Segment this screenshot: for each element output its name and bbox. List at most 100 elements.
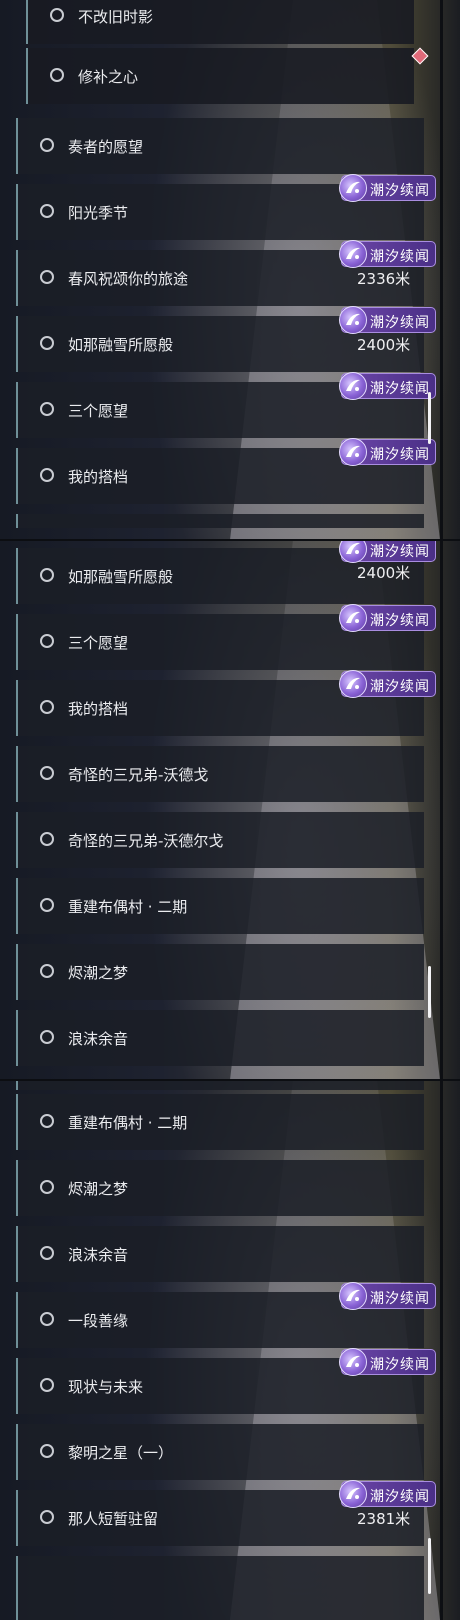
quest-item[interactable]: 奏者的愿望 — [16, 118, 424, 174]
quest-list-panel-3: 重建布偶村 · 二期 烬潮之梦 浪沫余音 一段善缘 潮汐续闻 现状与未来 潮汐续… — [0, 1080, 460, 1620]
quest-item[interactable]: 黎明之星（一） — [16, 1424, 424, 1480]
badge-label: 潮汐续闻 — [370, 1489, 430, 1505]
quest-item-label: 黎明之星（一） — [68, 1444, 174, 1462]
tidal-sequel-icon — [339, 174, 367, 202]
quest-item[interactable]: 烬潮之梦 — [16, 944, 424, 1000]
tracking-marker-icon — [411, 47, 429, 65]
quest-item[interactable]: 不改旧时影 — [26, 0, 414, 44]
tidal-sequel-icon — [339, 240, 367, 268]
tidal-sequel-icon — [339, 1480, 367, 1508]
quest-item[interactable]: 修补之心 — [26, 48, 414, 104]
quest-item[interactable]: 重建布偶村 · 二期 — [16, 878, 424, 934]
quest-status-circle-icon — [40, 898, 54, 912]
badge-label: 潮汐续闻 — [370, 544, 430, 560]
quest-status-circle-icon — [40, 204, 54, 218]
quest-item[interactable]: 烬潮之梦 — [16, 1160, 424, 1216]
quest-item[interactable]: 奇怪的三兄弟-沃德尔戈 — [16, 812, 424, 868]
tidal-sequel-badge: 潮汐续闻 — [339, 1282, 436, 1310]
tidal-sequel-icon — [339, 540, 367, 563]
quest-status-circle-icon — [40, 700, 54, 714]
quest-item-label: 三个愿望 — [68, 402, 129, 420]
quest-status-circle-icon — [40, 402, 54, 416]
quest-item[interactable]: 浪沫余音 — [16, 1010, 424, 1066]
quest-status-circle-icon — [40, 964, 54, 978]
tidal-sequel-icon — [339, 372, 367, 400]
tidal-sequel-icon — [339, 306, 367, 334]
scroll-track — [440, 540, 443, 1080]
tidal-sequel-icon — [339, 670, 367, 698]
distance-text: 2400米 — [357, 336, 411, 354]
quest-status-circle-icon — [50, 68, 64, 82]
quest-status-circle-icon — [50, 8, 64, 22]
badge-label: 潮汐续闻 — [370, 679, 430, 695]
quest-item-partial — [16, 514, 424, 528]
quest-item-label: 春风祝颂你的旅途 — [68, 270, 189, 288]
tidal-sequel-badge: 潮汐续闻 — [339, 174, 436, 202]
scrollbar-thumb[interactable] — [428, 966, 431, 1018]
quest-item-label: 三个愿望 — [68, 634, 129, 652]
tidal-sequel-badge: 潮汐续闻 — [339, 1348, 436, 1376]
quest-item-label: 奇怪的三兄弟-沃德戈 — [68, 766, 209, 784]
quest-status-circle-icon — [40, 634, 54, 648]
quest-status-circle-icon — [40, 270, 54, 284]
quest-item-label: 奇怪的三兄弟-沃德尔戈 — [68, 832, 224, 850]
tidal-sequel-badge: 潮汐续闻 — [339, 670, 436, 698]
quest-status-circle-icon — [40, 1312, 54, 1326]
screenshot-divider — [0, 1079, 460, 1081]
tidal-sequel-badge: 潮汐续闻 — [339, 1480, 436, 1508]
badge-label: 潮汐续闻 — [370, 1357, 430, 1373]
quest-item[interactable]: 重建布偶村 · 二期 — [16, 1094, 424, 1150]
quest-item-label: 那人短暂驻留 — [68, 1510, 159, 1528]
tidal-sequel-badge: 潮汐续闻 — [339, 372, 436, 400]
quest-item-label: 重建布偶村 · 二期 — [68, 1114, 188, 1132]
quest-item[interactable]: 浪沫余音 — [16, 1226, 424, 1282]
quest-status-circle-icon — [40, 138, 54, 152]
badge-label: 潮汐续闻 — [370, 249, 430, 265]
quest-list-panel-1: 不改旧时影 修补之心 奏者的愿望 阳光季节 潮汐续闻 春风祝颂你的旅途 潮汐续闻… — [0, 0, 460, 540]
tidal-sequel-badge: 潮汐续闻 — [339, 240, 436, 268]
quest-item-label: 如那融雪所愿般 — [68, 336, 174, 354]
badge-label: 潮汐续闻 — [370, 447, 430, 463]
quest-item-label: 如那融雪所愿般 — [68, 568, 174, 586]
quest-item-label: 修补之心 — [78, 68, 139, 86]
scroll-track — [440, 0, 443, 540]
quest-item-partial — [16, 1556, 424, 1620]
tidal-sequel-badge: 潮汐续闻 — [339, 540, 436, 563]
quest-item-label: 现状与未来 — [68, 1378, 144, 1396]
tidal-sequel-badge: 潮汐续闻 — [339, 438, 436, 466]
quest-status-circle-icon — [40, 336, 54, 350]
quest-status-circle-icon — [40, 766, 54, 780]
quest-item-label: 阳光季节 — [68, 204, 129, 222]
distance-text: 2336米 — [357, 270, 411, 288]
quest-status-circle-icon — [40, 1114, 54, 1128]
quest-status-circle-icon — [40, 1444, 54, 1458]
quest-status-circle-icon — [40, 1030, 54, 1044]
quest-item[interactable]: 奇怪的三兄弟-沃德戈 — [16, 746, 424, 802]
badge-label: 潮汐续闻 — [370, 183, 430, 199]
quest-status-circle-icon — [40, 832, 54, 846]
tidal-sequel-icon — [339, 604, 367, 632]
distance-text: 2400米 — [357, 564, 411, 582]
quest-item-label: 我的搭档 — [68, 700, 129, 718]
badge-label: 潮汐续闻 — [370, 613, 430, 629]
tidal-sequel-icon — [339, 438, 367, 466]
quest-list-panel-2: 潮汐续闻 如那融雪所愿般 2400米 三个愿望 潮汐续闻 我的搭档 潮汐续闻 奇… — [0, 540, 460, 1080]
quest-status-circle-icon — [40, 568, 54, 582]
badge-label: 潮汐续闻 — [370, 381, 430, 397]
screenshot-divider — [0, 539, 460, 541]
quest-item-partial — [16, 1080, 424, 1090]
quest-item-label: 浪沫余音 — [68, 1030, 129, 1048]
quest-status-circle-icon — [40, 468, 54, 482]
quest-item-label: 不改旧时影 — [78, 8, 154, 26]
quest-status-circle-icon — [40, 1246, 54, 1260]
scrollbar-thumb[interactable] — [428, 392, 431, 444]
scroll-track — [440, 1080, 443, 1620]
quest-item-label: 一段善缘 — [68, 1312, 129, 1330]
quest-item-label: 奏者的愿望 — [68, 138, 144, 156]
tidal-sequel-icon — [339, 1348, 367, 1376]
badge-label: 潮汐续闻 — [370, 1291, 430, 1307]
scrollbar-thumb[interactable] — [428, 1538, 431, 1594]
quest-status-circle-icon — [40, 1510, 54, 1524]
quest-item-label: 重建布偶村 · 二期 — [68, 898, 188, 916]
tidal-sequel-badge: 潮汐续闻 — [339, 604, 436, 632]
